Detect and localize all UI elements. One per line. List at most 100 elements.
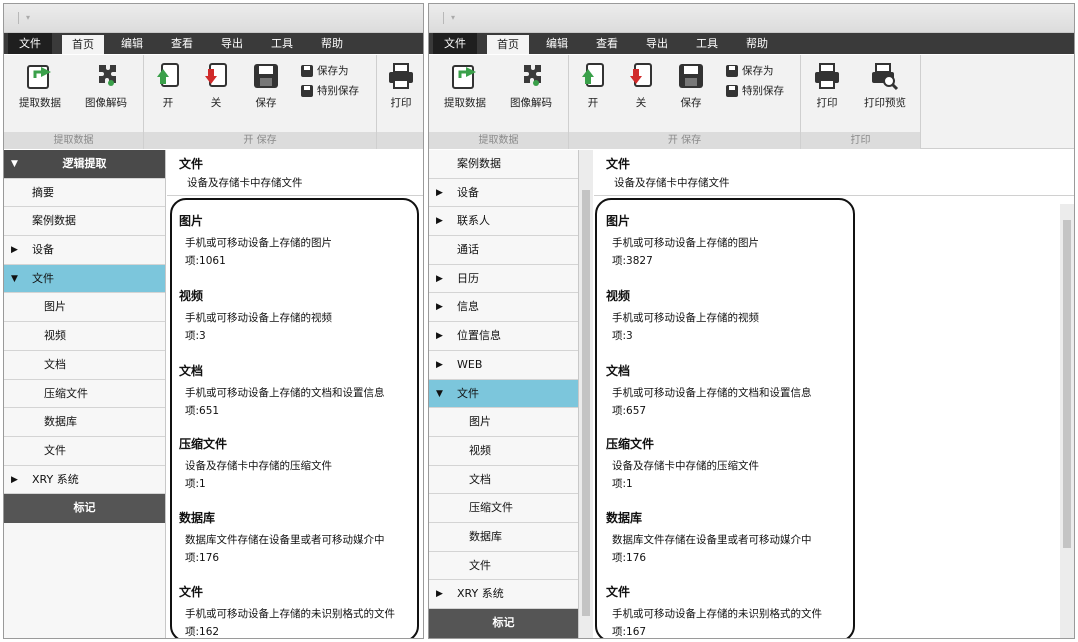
expand-arrow-icon[interactable]: ▶: [436, 351, 443, 379]
save-as-icon: [301, 64, 313, 77]
nav-footer-bookmarks[interactable]: 标记: [429, 609, 578, 638]
close-icon: [205, 63, 227, 87]
quick-access-toolbar[interactable]: ▾: [18, 12, 38, 24]
expand-arrow-icon[interactable]: ▶: [11, 236, 18, 264]
content-description: 设备及存储卡中存储文件: [614, 177, 730, 189]
nav-item-databases[interactable]: 数据库: [4, 408, 165, 437]
navigation-tree: ▼ 逻辑提取 摘要 案例数据 ▶ 设备 ▼ 文件 图片 视频 文档 压缩文件 数据库…: [4, 150, 166, 638]
right-window: ▾ 文件 首页 编辑 查看 导出 工具 帮助 提取数据 图像解码 提取数据 开 …: [428, 3, 1075, 639]
expand-arrow-icon[interactable]: ▶: [436, 265, 443, 293]
nav-item-archives[interactable]: 压缩文件: [429, 494, 578, 523]
save-button[interactable]: 保存: [246, 61, 286, 110]
nav-item-xry-system[interactable]: ▶ XRY 系统: [4, 466, 165, 495]
collapse-arrow-icon[interactable]: ▼: [11, 150, 18, 178]
nav-item-messages[interactable]: ▶ 信息: [429, 293, 578, 323]
special-save-button[interactable]: 特别保存: [725, 83, 784, 98]
print-preview-button[interactable]: 打印预览: [855, 61, 915, 110]
collapse-arrow-icon[interactable]: ▼: [436, 380, 443, 408]
nav-item-device[interactable]: ▶ 设备: [4, 236, 165, 265]
open-button[interactable]: 开: [150, 61, 186, 110]
highlight-outline: [170, 198, 419, 638]
nav-item-contacts[interactable]: ▶ 联系人: [429, 207, 578, 237]
nav-item-files[interactable]: ▼ 文件: [429, 379, 578, 409]
nav-item-calendar[interactable]: ▶ 日历: [429, 265, 578, 294]
menu-edit[interactable]: 编辑: [537, 33, 577, 54]
image-decode-button[interactable]: 图像解码: [76, 61, 136, 110]
special-save-button[interactable]: 特别保存: [300, 83, 359, 98]
nav-item-web[interactable]: ▶ WEB: [429, 351, 578, 380]
ribbon: 提取数据 图像解码 提取数据 开: [429, 55, 1074, 149]
save-as-button[interactable]: 保存为: [300, 63, 349, 78]
nav-item-pictures[interactable]: 图片: [4, 293, 165, 323]
special-save-label: 特别保存: [742, 85, 784, 97]
content-title: 文件: [179, 157, 204, 171]
menu-help[interactable]: 帮助: [312, 33, 352, 54]
menu-home[interactable]: 首页: [62, 35, 104, 54]
expand-arrow-icon[interactable]: ▶: [436, 207, 443, 235]
print-button[interactable]: 打印: [807, 61, 847, 110]
nav-scrollbar-thumb[interactable]: [582, 190, 590, 616]
menu-export[interactable]: 导出: [212, 33, 252, 54]
nav-item-files[interactable]: ▼ 文件: [4, 264, 165, 294]
nav-item-pictures[interactable]: 图片: [429, 408, 578, 437]
print-label: 打印: [816, 97, 838, 109]
close-button[interactable]: 关: [198, 61, 234, 110]
menu-home[interactable]: 首页: [487, 35, 529, 54]
nav-item-documents[interactable]: 文档: [4, 351, 165, 380]
group-label-print: [377, 132, 423, 149]
nav-item-videos[interactable]: 视频: [4, 322, 165, 351]
nav-item-other-files[interactable]: 文件: [4, 437, 165, 466]
extract-data-button[interactable]: 提取数据: [10, 61, 70, 110]
ribbon-group-extract: 提取数据 图像解码 提取数据: [4, 55, 144, 149]
expand-arrow-icon[interactable]: ▶: [436, 293, 443, 321]
print-preview-label: 打印预览: [864, 97, 906, 109]
nav-item-other-files[interactable]: 文件: [429, 552, 578, 581]
close-label: 关: [210, 97, 222, 109]
content-scrollbar[interactable]: [1060, 204, 1074, 638]
nav-item-calls[interactable]: 通话: [429, 236, 578, 265]
close-button[interactable]: 关: [623, 61, 659, 110]
expand-arrow-icon[interactable]: ▶: [11, 466, 18, 494]
nav-header-logical-extraction[interactable]: ▼ 逻辑提取: [4, 150, 165, 179]
menu-view[interactable]: 查看: [587, 33, 627, 54]
menu-file[interactable]: 文件: [8, 33, 52, 54]
menu-tools[interactable]: 工具: [262, 33, 302, 54]
content-scrollbar-thumb[interactable]: [1063, 220, 1071, 548]
nav-item-device[interactable]: ▶ 设备: [429, 179, 578, 208]
expand-arrow-icon[interactable]: ▶: [436, 179, 443, 207]
quick-access-toolbar[interactable]: ▾: [443, 12, 463, 24]
menu-tools[interactable]: 工具: [687, 33, 727, 54]
nav-item-locations[interactable]: ▶ 位置信息: [429, 322, 578, 351]
ribbon-group-print: 打印 打印预览 打印: [801, 55, 921, 149]
nav-item-case-data[interactable]: 案例数据: [429, 150, 578, 179]
open-button[interactable]: 开: [575, 61, 611, 110]
customize-icon[interactable]: ▾: [26, 14, 32, 22]
nav-item-xry-system[interactable]: ▶ XRY 系统: [429, 580, 578, 609]
collapse-arrow-icon[interactable]: ▼: [11, 265, 18, 293]
customize-icon[interactable]: ▾: [451, 14, 457, 22]
nav-item-databases[interactable]: 数据库: [429, 523, 578, 552]
save-as-label: 保存为: [317, 65, 349, 77]
menu-file[interactable]: 文件: [433, 33, 477, 54]
menu-edit[interactable]: 编辑: [112, 33, 152, 54]
expand-arrow-icon[interactable]: ▶: [436, 580, 443, 608]
nav-footer-bookmarks[interactable]: 标记: [4, 494, 165, 523]
image-decode-button[interactable]: 图像解码: [501, 61, 561, 110]
printer-icon: [389, 63, 413, 89]
expand-arrow-icon[interactable]: ▶: [436, 322, 443, 350]
extract-data-button[interactable]: 提取数据: [435, 61, 495, 110]
nav-item-archives[interactable]: 压缩文件: [4, 380, 165, 409]
title-bar: ▾: [4, 4, 423, 33]
nav-item-summary[interactable]: 摘要: [4, 179, 165, 208]
menu-view[interactable]: 查看: [162, 33, 202, 54]
extract-data-icon: [452, 65, 476, 89]
print-button[interactable]: 打印: [381, 61, 421, 110]
nav-item-documents[interactable]: 文档: [429, 466, 578, 495]
nav-item-videos[interactable]: 视频: [429, 437, 578, 466]
save-as-button[interactable]: 保存为: [725, 63, 774, 78]
menu-export[interactable]: 导出: [637, 33, 677, 54]
nav-scrollbar[interactable]: [579, 150, 593, 638]
save-button[interactable]: 保存: [671, 61, 711, 110]
nav-item-case-data[interactable]: 案例数据: [4, 207, 165, 237]
menu-help[interactable]: 帮助: [737, 33, 777, 54]
